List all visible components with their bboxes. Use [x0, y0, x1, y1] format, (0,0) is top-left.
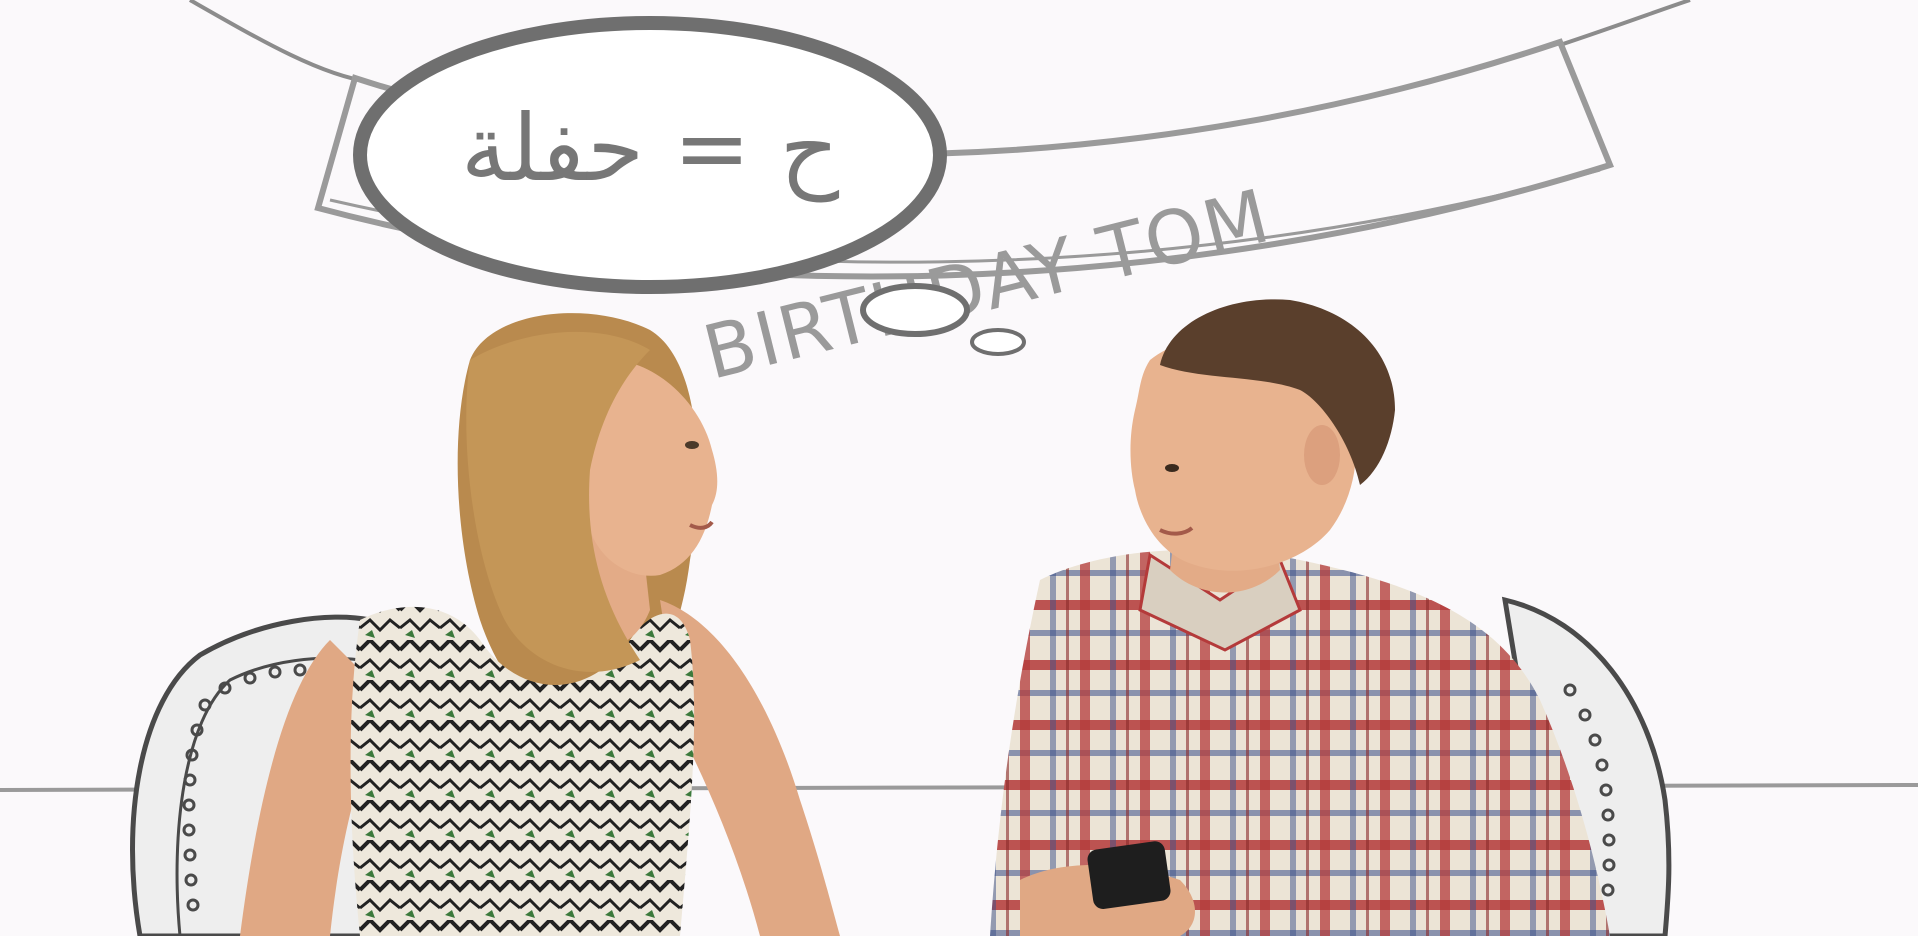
thought-bubble-text: ح = حفلة: [461, 95, 840, 202]
phone-icon: [1087, 841, 1171, 909]
illustrated-scene: BIRTHDAY TOM ح = حفلة: [0, 0, 1918, 936]
